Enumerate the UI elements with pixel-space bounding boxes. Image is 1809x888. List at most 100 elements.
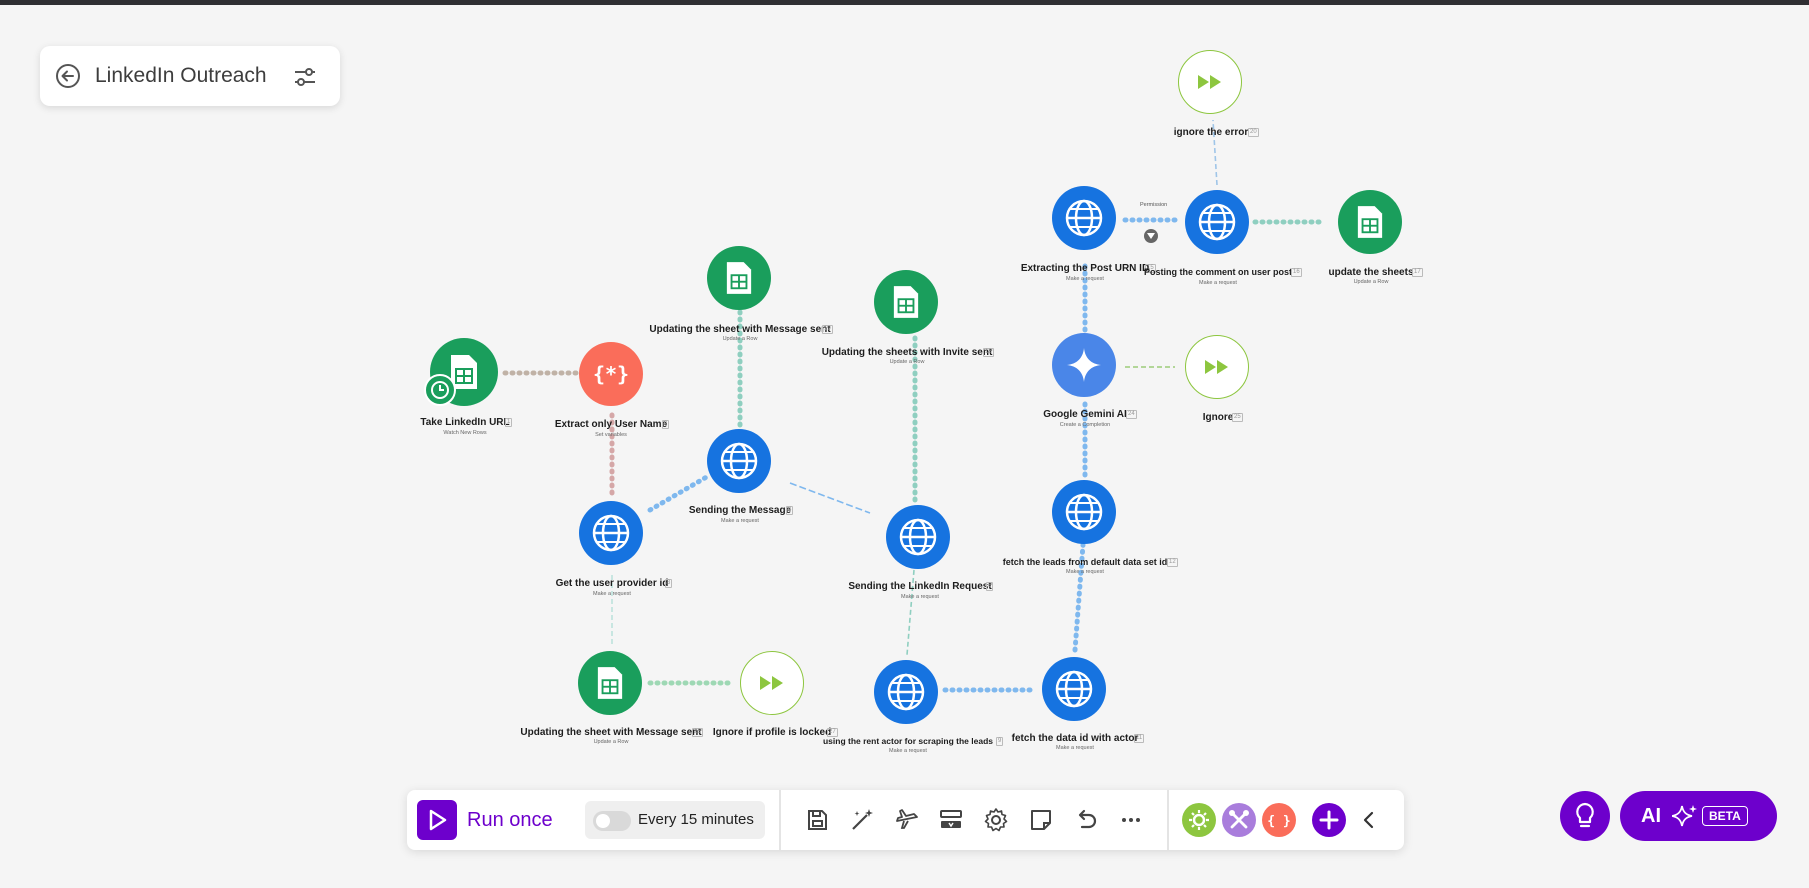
module-sublabel: Make a request	[721, 518, 759, 524]
module-id: 18	[983, 348, 994, 357]
json-icon[interactable]: { }	[1262, 803, 1296, 837]
globe-icon	[579, 501, 643, 565]
module-label: Get the user provider id	[555, 578, 669, 589]
module-extracting-post-urn[interactable]	[1052, 186, 1118, 252]
module-id: 17	[1412, 268, 1423, 277]
module-sublabel: Make a request	[1066, 569, 1104, 575]
google-sheets-icon	[1338, 190, 1402, 254]
flow-control-icon[interactable]	[1182, 803, 1216, 837]
module-get-user-provider-id[interactable]	[579, 501, 645, 567]
module-sending-the-message[interactable]	[707, 429, 773, 495]
clock-trigger-icon[interactable]	[424, 374, 456, 406]
google-sheets-icon	[707, 246, 771, 310]
module-label: fetch the data id with actor	[1011, 733, 1139, 744]
module-google-gemini-ai[interactable]	[1052, 333, 1118, 399]
module-id: 24	[1126, 410, 1137, 419]
schedule-toggle[interactable]	[593, 811, 631, 831]
module-extract-user-name[interactable]: {*}	[579, 342, 645, 408]
module-sublabel: Create a Completion	[1059, 422, 1111, 428]
module-id: 9	[996, 737, 1004, 746]
module-using-rent-actor[interactable]	[874, 660, 940, 726]
module-sublabel: Make a request	[1066, 276, 1104, 282]
more-icon[interactable]	[1117, 806, 1145, 834]
module-sublabel: Make a request	[1199, 280, 1237, 286]
module-ignore[interactable]	[1185, 335, 1251, 401]
module-label: update the sheets	[1328, 267, 1414, 278]
explain-flow-icon[interactable]	[937, 806, 965, 834]
run-once-button[interactable]	[417, 800, 457, 840]
module-id: 3	[665, 579, 673, 588]
svg-text:{ }: { }	[1267, 814, 1290, 829]
globe-icon	[707, 429, 771, 493]
add-icon[interactable]	[1312, 803, 1346, 837]
collapse-icon[interactable]	[1355, 806, 1383, 834]
ai-label: AI	[1641, 805, 1661, 827]
module-id: 11	[1134, 734, 1145, 743]
module-label: Sending the Message	[688, 505, 792, 516]
module-posting-comment[interactable]	[1185, 190, 1251, 256]
module-label: Updating the sheet with Message sent	[520, 727, 702, 738]
module-updating-sheets-invite-sent[interactable]	[874, 270, 940, 336]
module-label: Google Gemini AI	[1043, 409, 1127, 420]
magic-wand-icon[interactable]	[848, 806, 876, 834]
module-id: 2	[662, 420, 670, 429]
lightbulb-icon	[1576, 802, 1594, 828]
globe-icon	[1052, 186, 1116, 250]
module-id: 19	[822, 325, 833, 334]
fast-forward-icon	[1178, 50, 1242, 114]
module-id: 1	[505, 418, 513, 427]
sparkles-icon	[1672, 805, 1697, 827]
toolbar-divider	[1167, 790, 1169, 850]
module-id: 26	[692, 728, 703, 737]
module-updating-sheet-message-sent-bottom[interactable]	[578, 651, 644, 717]
module-label: Updating the sheet with Message sent	[649, 324, 831, 335]
module-label: Extract only User Name	[554, 419, 668, 430]
module-label: Sending the LinkedIn Request	[848, 581, 992, 592]
tools-icon[interactable]	[1222, 803, 1256, 837]
module-ignore-the-error[interactable]	[1178, 50, 1244, 116]
module-take-linkedin-url[interactable]	[424, 338, 500, 408]
module-sending-linkedin-request[interactable]	[886, 505, 952, 571]
run-once-label[interactable]: Run once	[467, 809, 553, 832]
hint-button[interactable]	[1560, 791, 1610, 841]
module-label: Extracting the Post URN ID	[1020, 263, 1150, 274]
globe-icon	[1052, 480, 1116, 544]
module-sublabel: Update a Row	[889, 359, 925, 365]
module-label: Ignore	[1202, 412, 1234, 423]
module-sublabel: Set variables	[595, 432, 627, 438]
module-id: 6	[986, 582, 994, 591]
schedule-control[interactable]: Every 15 minutes	[585, 801, 765, 839]
schedule-label: Every 15 minutes	[638, 811, 754, 828]
module-update-the-sheets[interactable]	[1338, 190, 1404, 256]
module-sublabel: Update a Row	[1353, 279, 1389, 285]
scenario-canvas[interactable]: Take LinkedIn URL Watch New Rows 1 {*} E…	[0, 0, 1809, 780]
module-label: Posting the comment on user post	[1143, 267, 1293, 277]
module-ignore-if-profile-locked[interactable]	[740, 651, 806, 717]
module-fetch-leads-default-dataset[interactable]	[1052, 480, 1118, 546]
notes-icon[interactable]	[1027, 806, 1055, 834]
fast-forward-icon	[740, 651, 804, 715]
tools-icon: {*}	[579, 342, 643, 406]
module-sublabel: Update a Row	[593, 739, 629, 745]
module-label: fetch the leads from default data set id	[1002, 557, 1168, 567]
gemini-sparkle-icon	[1052, 333, 1116, 397]
toolbar-divider	[779, 790, 781, 850]
module-label: ignore the error	[1173, 127, 1249, 138]
module-label: Updating the sheets with Invite sent	[821, 347, 993, 358]
undo-icon[interactable]	[1072, 806, 1100, 834]
module-updating-sheet-message-sent-top[interactable]	[707, 246, 773, 312]
airplane-icon[interactable]	[893, 806, 921, 834]
module-fetch-data-id-actor[interactable]	[1042, 657, 1108, 723]
beta-badge: BETA	[1702, 806, 1748, 826]
google-sheets-icon	[874, 270, 938, 334]
module-id: 4	[786, 506, 794, 515]
google-sheets-icon	[578, 651, 642, 715]
module-label: Ignore if profile is locked	[712, 727, 832, 738]
ai-assistant-button[interactable]: AI BETA	[1620, 791, 1777, 841]
scenario-toolbar: Run once Every 15 minutes { }	[407, 790, 1404, 850]
save-icon[interactable]	[803, 806, 831, 834]
module-label: Take LinkedIn URL	[420, 417, 510, 428]
module-sublabel: Update a Row	[722, 336, 758, 342]
globe-icon	[1042, 657, 1106, 721]
gear-icon[interactable]	[982, 806, 1010, 834]
